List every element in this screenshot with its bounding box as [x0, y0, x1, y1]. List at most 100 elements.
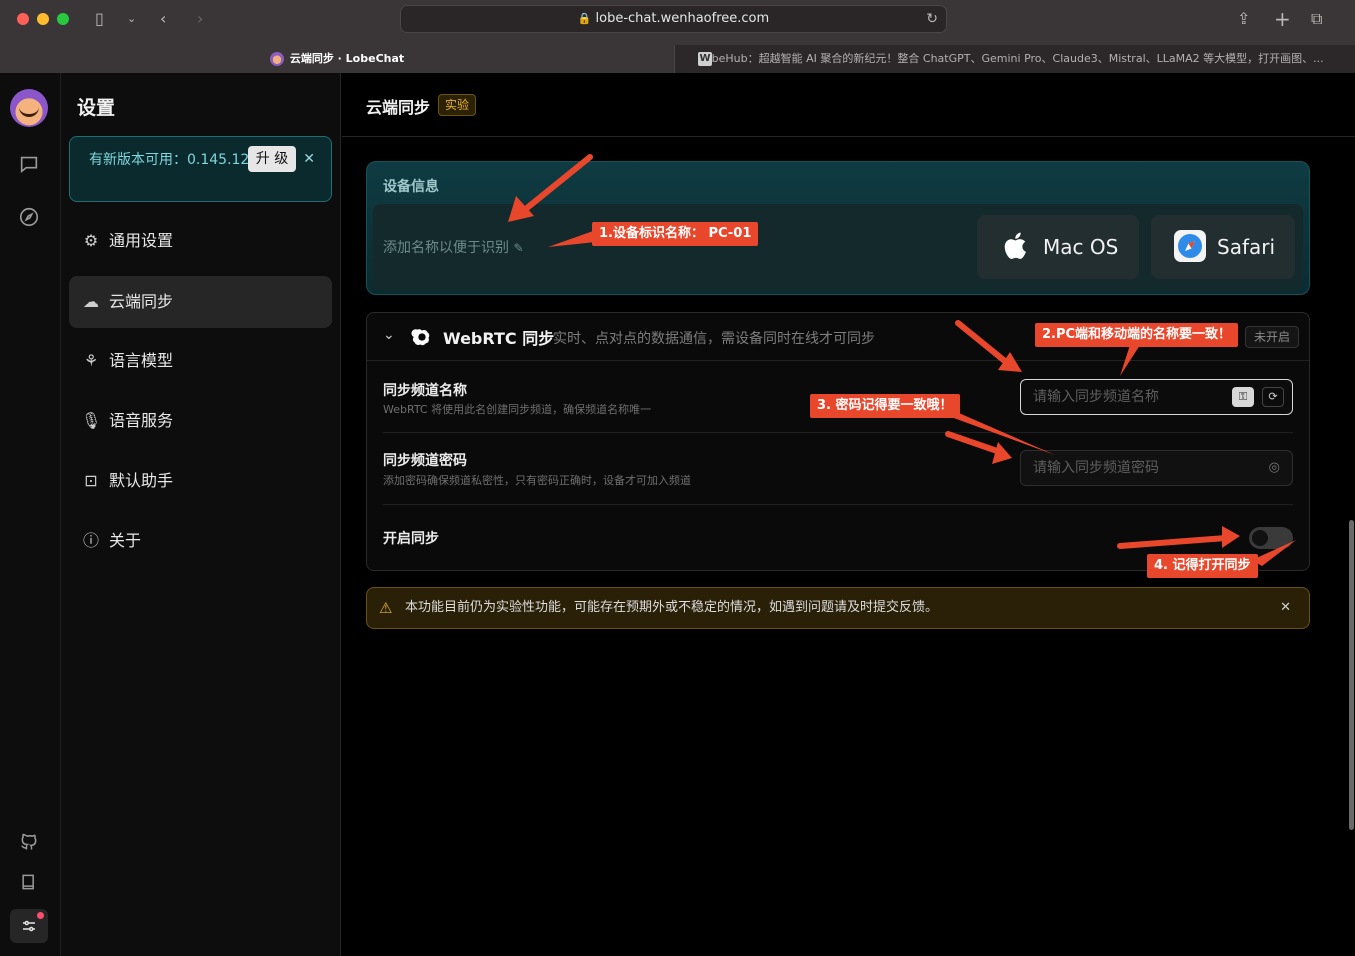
sliders-icon: ⚙ — [83, 231, 99, 250]
nav-rail — [0, 73, 61, 956]
apple-icon — [1004, 232, 1026, 259]
browser-chrome: ▯ ⌄ ‹ › 🔒 lobe-chat.wenhaofree.com ↻ ⇪ + … — [0, 0, 1355, 73]
toggle-knob — [1252, 530, 1268, 546]
chat-icon[interactable] — [16, 153, 42, 179]
url-text: lobe-chat.wenhaofree.com — [595, 11, 770, 26]
channel-name-desc: WebRTC 将使用此名创建同步频道，确保频道名称唯一 — [383, 403, 652, 416]
sidebar-item-general[interactable]: ⚙ 通用设置 — [69, 215, 332, 267]
browser-badge: Safari — [1151, 215, 1295, 279]
sidebar-item-sync[interactable]: ☁ 云端同步 — [69, 276, 332, 328]
main-panel: 云端同步 实验 设备信息 添加名称以便于识别 ✎ Mac OS Safari ⌄ — [342, 73, 1355, 956]
annotation-3: 3. 密码记得要一致哦！ — [810, 394, 960, 418]
sidebar-item-agent[interactable]: ⊡ 默认助手 — [69, 455, 332, 507]
github-icon[interactable] — [16, 832, 42, 858]
upgrade-button[interactable]: 升 级 — [248, 146, 296, 172]
lobehub-favicon-icon: W — [698, 52, 712, 66]
webrtc-icon — [411, 329, 430, 346]
annotation-1: 1.设备标识名称： PC-01 — [592, 222, 759, 246]
sidebar-item-label: 云端同步 — [109, 292, 174, 311]
compass-icon[interactable] — [16, 206, 42, 232]
tab-strip: 云端同步 · LobeChat LobeHub：超越智能 AI 聚合的新纪元！整… — [0, 45, 1355, 73]
channel-name-placeholder: 请输入同步频道名称 — [1033, 389, 1159, 405]
random-name-icon[interactable]: ⟳ — [1262, 387, 1284, 407]
enable-sync-toggle[interactable] — [1249, 527, 1293, 549]
eye-off-icon[interactable]: ◎ — [1269, 451, 1280, 485]
sidebar-toggle-icon[interactable]: ▯ — [95, 8, 104, 30]
chevron-down-icon[interactable]: ⌄ — [127, 8, 136, 30]
back-icon[interactable]: ‹ — [160, 8, 166, 30]
warning-icon: ⚠ — [379, 599, 393, 617]
lobechat-favicon-icon — [269, 52, 284, 66]
safari-icon — [1174, 230, 1206, 262]
device-info-body: 添加名称以便于识别 ✎ Mac OS Safari — [373, 204, 1303, 290]
avatar[interactable] — [10, 89, 48, 127]
cloud-icon: ☁ — [83, 292, 99, 311]
section-title: 云端同步 — [366, 98, 431, 117]
webrtc-title: WebRTC 同步 — [443, 329, 555, 348]
device-info-card: 设备信息 添加名称以便于识别 ✎ Mac OS Safari — [366, 161, 1310, 295]
experimental-badge: 实验 — [438, 94, 477, 116]
settings-sidebar: 设置 有新版本可用：0.145.12 升 级 ✕ ⚙ 通用设置 ☁ 云端同步 ⚘… — [61, 73, 341, 956]
webhook-icon: ⚘ — [83, 351, 99, 370]
channel-name-input[interactable]: 请输入同步频道名称 ⚿ ⟳ — [1020, 379, 1293, 415]
robot-icon: ⊡ — [84, 471, 98, 490]
page-title: 设置 — [77, 97, 116, 119]
main-header: 云端同步 实验 — [342, 73, 1355, 137]
sidebar-item-label: 通用设置 — [109, 231, 174, 250]
channel-password-row: 同步频道密码 添加密码确保频道私密性，只有密码正确时，设备才可加入频道 请输入同… — [383, 434, 1293, 505]
sidebar-item-llm[interactable]: ⚘ 语言模型 — [69, 335, 332, 387]
settings-rail-button[interactable] — [10, 909, 48, 943]
channel-password-placeholder: 请输入同步频道密码 — [1033, 460, 1159, 476]
tab-overview-icon[interactable]: ⧉ — [1311, 8, 1322, 30]
channel-name-label: 同步频道名称 — [383, 383, 467, 399]
device-info-title: 设备信息 — [383, 179, 439, 195]
new-tab-icon[interactable]: + — [1274, 8, 1291, 30]
tab-active-label: 云端同步 · LobeChat — [289, 52, 405, 65]
notification-dot — [37, 912, 44, 919]
update-text: 有新版本可用：0.145.12 — [89, 152, 250, 168]
key-icon[interactable]: ⚿ — [1232, 387, 1254, 407]
minimize-window-button[interactable] — [37, 13, 49, 25]
close-icon[interactable]: ✕ — [303, 147, 315, 171]
warning-text: 本功能目前仍为实验性功能，可能存在预期外或不稳定的情况，如遇到问题请及时提交反馈… — [405, 600, 939, 615]
sidebar-item-label: 关于 — [109, 531, 142, 550]
close-window-button[interactable] — [17, 13, 29, 25]
experimental-warning: ⚠ 本功能目前仍为实验性功能，可能存在预期外或不稳定的情况，如遇到问题请及时提交… — [366, 587, 1310, 629]
forward-icon[interactable]: › — [197, 8, 203, 30]
update-notice: 有新版本可用：0.145.12 升 级 ✕ — [69, 136, 332, 202]
microphone-icon: 🎙 — [81, 411, 102, 430]
tab-inactive-label: LobeHub：超越智能 AI 聚合的新纪元！整合 ChatGPT、Gemini… — [699, 52, 1324, 65]
sidebar-item-label: 默认助手 — [109, 471, 174, 490]
maximize-window-button[interactable] — [57, 13, 69, 25]
chevron-down-icon[interactable]: ⌄ — [383, 327, 395, 343]
browser-label: Safari — [1217, 235, 1276, 259]
device-name-hint: 添加名称以便于识别 — [383, 240, 509, 256]
annotation-4: 4. 记得打开同步 — [1147, 554, 1258, 578]
enable-sync-label: 开启同步 — [383, 531, 439, 547]
sidebar-item-label: 语言模型 — [109, 351, 174, 370]
webrtc-card: ⌄ WebRTC 同步 实时、点对点的数据通信，需设备同时在线才可同步 未开启 … — [366, 312, 1310, 571]
status-badge: 未开启 — [1244, 326, 1299, 348]
window-scrollbar[interactable] — [1349, 520, 1354, 830]
annotation-2: 2.PC端和移动端的名称要一致！ — [1035, 323, 1239, 347]
sidebar-item-label: 语音服务 — [109, 411, 174, 430]
channel-password-desc: 添加密码确保频道私密性，只有密码正确时，设备才可加入频道 — [383, 474, 691, 487]
info-icon: ⓘ — [82, 531, 99, 550]
sidebar-item-about[interactable]: ⓘ 关于 — [69, 515, 332, 567]
reload-icon[interactable]: ↻ — [926, 6, 938, 32]
device-name-edit[interactable]: 添加名称以便于识别 ✎ — [383, 237, 524, 257]
address-bar[interactable]: 🔒 lobe-chat.wenhaofree.com ↻ — [400, 5, 947, 33]
channel-password-label: 同步频道密码 — [383, 453, 467, 469]
channel-password-input[interactable]: 请输入同步频道密码 ◎ — [1020, 450, 1293, 486]
browser-toolbar: ▯ ⌄ ‹ › 🔒 lobe-chat.wenhaofree.com ↻ ⇪ + … — [0, 0, 1355, 40]
book-icon[interactable] — [16, 872, 42, 898]
edit-icon[interactable]: ✎ — [513, 241, 523, 255]
lock-icon: 🔒 — [577, 12, 592, 25]
os-badge: Mac OS — [977, 215, 1139, 279]
webrtc-desc: 实时、点对点的数据通信，需设备同时在线才可同步 — [553, 331, 875, 347]
sidebar-item-tts[interactable]: 🎙 语音服务 — [69, 395, 332, 447]
close-icon[interactable]: ✕ — [1280, 588, 1291, 628]
tab-active[interactable]: 云端同步 · LobeChat — [0, 45, 674, 73]
share-icon[interactable]: ⇪ — [1237, 8, 1250, 30]
tab-inactive[interactable]: LobeHub：超越智能 AI 聚合的新纪元！整合 ChatGPT、Gemini… — [674, 45, 1355, 73]
